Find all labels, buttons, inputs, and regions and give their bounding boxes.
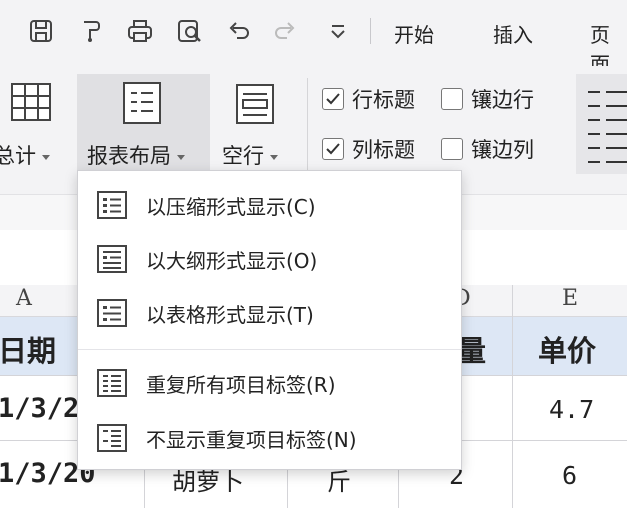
- undo-icon[interactable]: [224, 16, 254, 46]
- save-icon[interactable]: [26, 16, 56, 46]
- repeat-labels-icon: [97, 369, 127, 397]
- row-headers-checkbox[interactable]: 行标题: [322, 84, 415, 114]
- cell-a-row1[interactable]: 1/3/2: [0, 393, 79, 424]
- menu-item-repeat-labels[interactable]: 重复所有项目标签(R): [78, 358, 461, 408]
- outline-form-icon: [97, 245, 127, 273]
- header-cell-unit-price[interactable]: 单价: [538, 328, 596, 370]
- grid-line: [512, 285, 513, 508]
- chevron-down-icon: [270, 154, 278, 160]
- banded-cols-checkbox[interactable]: 镶边列: [441, 134, 534, 164]
- cell-e-row2[interactable]: 6: [562, 461, 577, 490]
- menu-item-label: 以压缩形式显示(C): [146, 194, 316, 219]
- report-layout-button[interactable]: 报表布局: [77, 74, 210, 178]
- tab-insert[interactable]: 插入: [493, 19, 533, 48]
- blank-rows-button[interactable]: 空行: [214, 74, 300, 178]
- report-layout-icon: [123, 82, 161, 124]
- table-style-icon: [588, 91, 627, 163]
- menu-item-tabular-form[interactable]: 以表格形式显示(T): [78, 288, 461, 338]
- table-style-gallery[interactable]: [576, 74, 627, 174]
- redo-icon[interactable]: [270, 16, 300, 46]
- toolbar-divider: [370, 18, 371, 44]
- tabular-form-icon: [97, 299, 127, 327]
- row-headers-label: 行标题: [352, 88, 415, 112]
- blank-rows-label: 空行: [222, 144, 264, 168]
- format-painter-icon[interactable]: [76, 16, 106, 46]
- no-repeat-labels-icon: [97, 424, 127, 452]
- report-layout-label: 报表布局: [87, 144, 171, 168]
- menu-item-label: 重复所有项目标签(R): [146, 372, 336, 397]
- checkbox-checked[interactable]: [322, 88, 344, 110]
- checkbox-unchecked[interactable]: [441, 88, 463, 110]
- chevron-down-icon: [42, 154, 50, 160]
- checkbox-checked[interactable]: [322, 138, 344, 160]
- banded-rows-checkbox[interactable]: 镶边行: [441, 84, 534, 114]
- chevron-down-icon: [177, 154, 185, 160]
- menu-divider: [78, 349, 461, 350]
- print-icon[interactable]: [125, 16, 155, 46]
- column-letter-a[interactable]: A: [16, 286, 32, 311]
- check-icon: [326, 93, 340, 105]
- blank-rows-icon: [236, 84, 274, 124]
- menu-item-label: 以大纲形式显示(O): [146, 248, 318, 273]
- col-headers-label: 列标题: [352, 138, 415, 162]
- compact-form-icon: [97, 191, 127, 219]
- tab-start[interactable]: 开始: [394, 19, 434, 48]
- checkbox-unchecked[interactable]: [441, 138, 463, 160]
- header-cell-date[interactable]: 日期: [0, 328, 56, 370]
- menu-item-no-repeat-labels[interactable]: 不显示重复项目标签(N): [78, 413, 461, 463]
- banded-rows-label: 镶边行: [471, 88, 534, 112]
- ribbon-divider: [307, 78, 308, 174]
- check-icon: [326, 143, 340, 155]
- grand-total-button[interactable]: 总计: [0, 74, 72, 178]
- more-icon[interactable]: [323, 16, 353, 46]
- grand-total-label: 总计: [0, 144, 36, 168]
- banded-cols-label: 镶边列: [471, 138, 534, 162]
- column-letter-e[interactable]: E: [562, 286, 578, 311]
- grand-total-icon: [11, 83, 51, 121]
- print-preview-icon[interactable]: [175, 16, 205, 46]
- menu-item-outline-form[interactable]: 以大纲形式显示(O): [78, 234, 461, 284]
- cell-e-row1[interactable]: 4.7: [549, 395, 594, 424]
- col-headers-checkbox[interactable]: 列标题: [322, 134, 415, 164]
- report-layout-menu: 以压缩形式显示(C) 以大纲形式显示(O) 以表格形式显示(T) 重复所有项目标…: [77, 170, 462, 470]
- menu-item-label: 以表格形式显示(T): [146, 302, 314, 327]
- menu-item-compact-form[interactable]: 以压缩形式显示(C): [78, 180, 461, 230]
- menu-item-label: 不显示重复项目标签(N): [146, 427, 357, 452]
- quick-access-toolbar: 开始 插入 页面: [0, 0, 627, 76]
